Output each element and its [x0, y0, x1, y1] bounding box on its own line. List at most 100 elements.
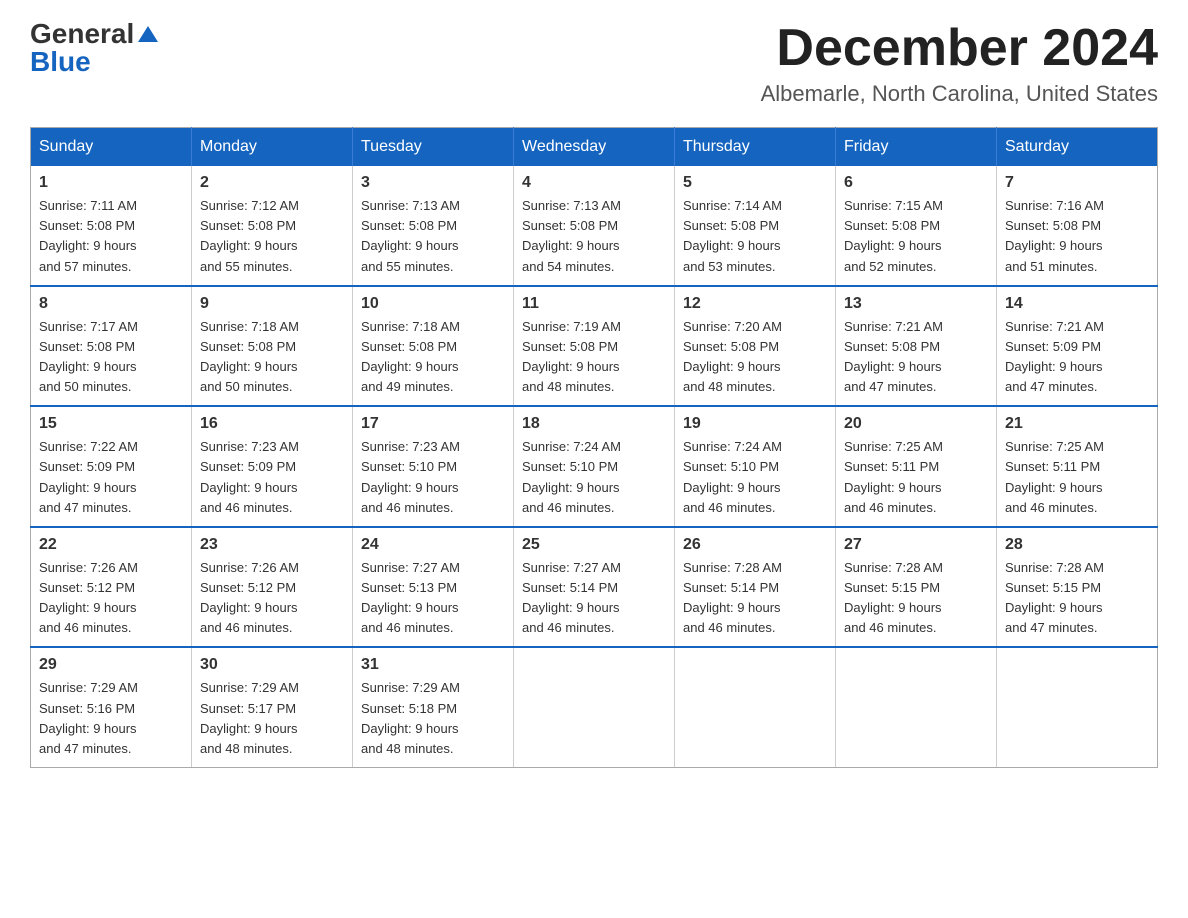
calendar-cell: 14 Sunrise: 7:21 AM Sunset: 5:09 PM Dayl… [997, 286, 1158, 407]
day-number: 27 [844, 536, 988, 554]
page-header: General Blue December 2024 Albemarle, No… [30, 20, 1158, 107]
calendar-cell: 26 Sunrise: 7:28 AM Sunset: 5:14 PM Dayl… [675, 527, 836, 648]
day-number: 15 [39, 415, 183, 433]
day-number: 16 [200, 415, 344, 433]
day-number: 24 [361, 536, 505, 554]
day-info: Sunrise: 7:26 AM Sunset: 5:12 PM Dayligh… [39, 558, 183, 639]
day-number: 3 [361, 174, 505, 192]
day-number: 25 [522, 536, 666, 554]
logo-triangle-icon [138, 26, 158, 42]
calendar-cell [675, 647, 836, 767]
day-info: Sunrise: 7:18 AM Sunset: 5:08 PM Dayligh… [200, 317, 344, 398]
calendar-cell: 23 Sunrise: 7:26 AM Sunset: 5:12 PM Dayl… [192, 527, 353, 648]
day-number: 1 [39, 174, 183, 192]
calendar-cell [514, 647, 675, 767]
day-info: Sunrise: 7:28 AM Sunset: 5:14 PM Dayligh… [683, 558, 827, 639]
day-number: 31 [361, 656, 505, 674]
day-number: 29 [39, 656, 183, 674]
calendar-cell: 13 Sunrise: 7:21 AM Sunset: 5:08 PM Dayl… [836, 286, 997, 407]
day-info: Sunrise: 7:27 AM Sunset: 5:13 PM Dayligh… [361, 558, 505, 639]
day-number: 28 [1005, 536, 1149, 554]
calendar-cell: 28 Sunrise: 7:28 AM Sunset: 5:15 PM Dayl… [997, 527, 1158, 648]
day-number: 14 [1005, 295, 1149, 313]
day-info: Sunrise: 7:22 AM Sunset: 5:09 PM Dayligh… [39, 437, 183, 518]
month-title: December 2024 [761, 20, 1158, 77]
day-number: 23 [200, 536, 344, 554]
day-of-week-saturday: Saturday [997, 128, 1158, 167]
day-info: Sunrise: 7:28 AM Sunset: 5:15 PM Dayligh… [844, 558, 988, 639]
day-info: Sunrise: 7:29 AM Sunset: 5:17 PM Dayligh… [200, 678, 344, 759]
day-number: 21 [1005, 415, 1149, 433]
day-info: Sunrise: 7:16 AM Sunset: 5:08 PM Dayligh… [1005, 196, 1149, 277]
day-info: Sunrise: 7:25 AM Sunset: 5:11 PM Dayligh… [1005, 437, 1149, 518]
calendar-cell: 4 Sunrise: 7:13 AM Sunset: 5:08 PM Dayli… [514, 166, 675, 286]
day-info: Sunrise: 7:17 AM Sunset: 5:08 PM Dayligh… [39, 317, 183, 398]
calendar-cell: 18 Sunrise: 7:24 AM Sunset: 5:10 PM Dayl… [514, 406, 675, 527]
logo-blue-text: Blue [30, 48, 91, 76]
day-info: Sunrise: 7:15 AM Sunset: 5:08 PM Dayligh… [844, 196, 988, 277]
day-of-week-friday: Friday [836, 128, 997, 167]
calendar-cell: 25 Sunrise: 7:27 AM Sunset: 5:14 PM Dayl… [514, 527, 675, 648]
day-info: Sunrise: 7:28 AM Sunset: 5:15 PM Dayligh… [1005, 558, 1149, 639]
calendar-week-row: 22 Sunrise: 7:26 AM Sunset: 5:12 PM Dayl… [31, 527, 1158, 648]
day-number: 20 [844, 415, 988, 433]
calendar-cell: 8 Sunrise: 7:17 AM Sunset: 5:08 PM Dayli… [31, 286, 192, 407]
day-info: Sunrise: 7:29 AM Sunset: 5:18 PM Dayligh… [361, 678, 505, 759]
calendar-week-row: 15 Sunrise: 7:22 AM Sunset: 5:09 PM Dayl… [31, 406, 1158, 527]
day-of-week-monday: Monday [192, 128, 353, 167]
calendar-cell: 3 Sunrise: 7:13 AM Sunset: 5:08 PM Dayli… [353, 166, 514, 286]
calendar-cell: 9 Sunrise: 7:18 AM Sunset: 5:08 PM Dayli… [192, 286, 353, 407]
day-info: Sunrise: 7:14 AM Sunset: 5:08 PM Dayligh… [683, 196, 827, 277]
logo-general-text: General [30, 20, 134, 48]
day-info: Sunrise: 7:13 AM Sunset: 5:08 PM Dayligh… [361, 196, 505, 277]
calendar-cell: 12 Sunrise: 7:20 AM Sunset: 5:08 PM Dayl… [675, 286, 836, 407]
day-info: Sunrise: 7:21 AM Sunset: 5:08 PM Dayligh… [844, 317, 988, 398]
calendar-cell: 5 Sunrise: 7:14 AM Sunset: 5:08 PM Dayli… [675, 166, 836, 286]
calendar-cell: 16 Sunrise: 7:23 AM Sunset: 5:09 PM Dayl… [192, 406, 353, 527]
day-info: Sunrise: 7:12 AM Sunset: 5:08 PM Dayligh… [200, 196, 344, 277]
day-of-week-wednesday: Wednesday [514, 128, 675, 167]
calendar-cell: 21 Sunrise: 7:25 AM Sunset: 5:11 PM Dayl… [997, 406, 1158, 527]
day-number: 13 [844, 295, 988, 313]
calendar-cell: 1 Sunrise: 7:11 AM Sunset: 5:08 PM Dayli… [31, 166, 192, 286]
calendar-header-row: SundayMondayTuesdayWednesdayThursdayFrid… [31, 128, 1158, 167]
day-number: 10 [361, 295, 505, 313]
day-number: 9 [200, 295, 344, 313]
calendar-cell: 2 Sunrise: 7:12 AM Sunset: 5:08 PM Dayli… [192, 166, 353, 286]
calendar-cell [836, 647, 997, 767]
day-number: 12 [683, 295, 827, 313]
calendar-cell: 15 Sunrise: 7:22 AM Sunset: 5:09 PM Dayl… [31, 406, 192, 527]
day-number: 22 [39, 536, 183, 554]
logo: General Blue [30, 20, 158, 76]
day-info: Sunrise: 7:11 AM Sunset: 5:08 PM Dayligh… [39, 196, 183, 277]
day-number: 30 [200, 656, 344, 674]
day-of-week-tuesday: Tuesday [353, 128, 514, 167]
day-info: Sunrise: 7:19 AM Sunset: 5:08 PM Dayligh… [522, 317, 666, 398]
day-info: Sunrise: 7:21 AM Sunset: 5:09 PM Dayligh… [1005, 317, 1149, 398]
calendar-table: SundayMondayTuesdayWednesdayThursdayFrid… [30, 127, 1158, 768]
day-info: Sunrise: 7:23 AM Sunset: 5:10 PM Dayligh… [361, 437, 505, 518]
calendar-cell: 10 Sunrise: 7:18 AM Sunset: 5:08 PM Dayl… [353, 286, 514, 407]
day-info: Sunrise: 7:13 AM Sunset: 5:08 PM Dayligh… [522, 196, 666, 277]
calendar-week-row: 8 Sunrise: 7:17 AM Sunset: 5:08 PM Dayli… [31, 286, 1158, 407]
day-of-week-sunday: Sunday [31, 128, 192, 167]
title-section: December 2024 Albemarle, North Carolina,… [761, 20, 1158, 107]
day-number: 6 [844, 174, 988, 192]
day-info: Sunrise: 7:23 AM Sunset: 5:09 PM Dayligh… [200, 437, 344, 518]
day-info: Sunrise: 7:27 AM Sunset: 5:14 PM Dayligh… [522, 558, 666, 639]
calendar-cell [997, 647, 1158, 767]
day-number: 11 [522, 295, 666, 313]
day-number: 8 [39, 295, 183, 313]
day-number: 18 [522, 415, 666, 433]
calendar-cell: 11 Sunrise: 7:19 AM Sunset: 5:08 PM Dayl… [514, 286, 675, 407]
calendar-cell: 27 Sunrise: 7:28 AM Sunset: 5:15 PM Dayl… [836, 527, 997, 648]
calendar-week-row: 1 Sunrise: 7:11 AM Sunset: 5:08 PM Dayli… [31, 166, 1158, 286]
day-number: 5 [683, 174, 827, 192]
day-number: 19 [683, 415, 827, 433]
day-info: Sunrise: 7:25 AM Sunset: 5:11 PM Dayligh… [844, 437, 988, 518]
day-number: 2 [200, 174, 344, 192]
day-number: 17 [361, 415, 505, 433]
calendar-cell: 7 Sunrise: 7:16 AM Sunset: 5:08 PM Dayli… [997, 166, 1158, 286]
calendar-cell: 20 Sunrise: 7:25 AM Sunset: 5:11 PM Dayl… [836, 406, 997, 527]
day-info: Sunrise: 7:24 AM Sunset: 5:10 PM Dayligh… [522, 437, 666, 518]
